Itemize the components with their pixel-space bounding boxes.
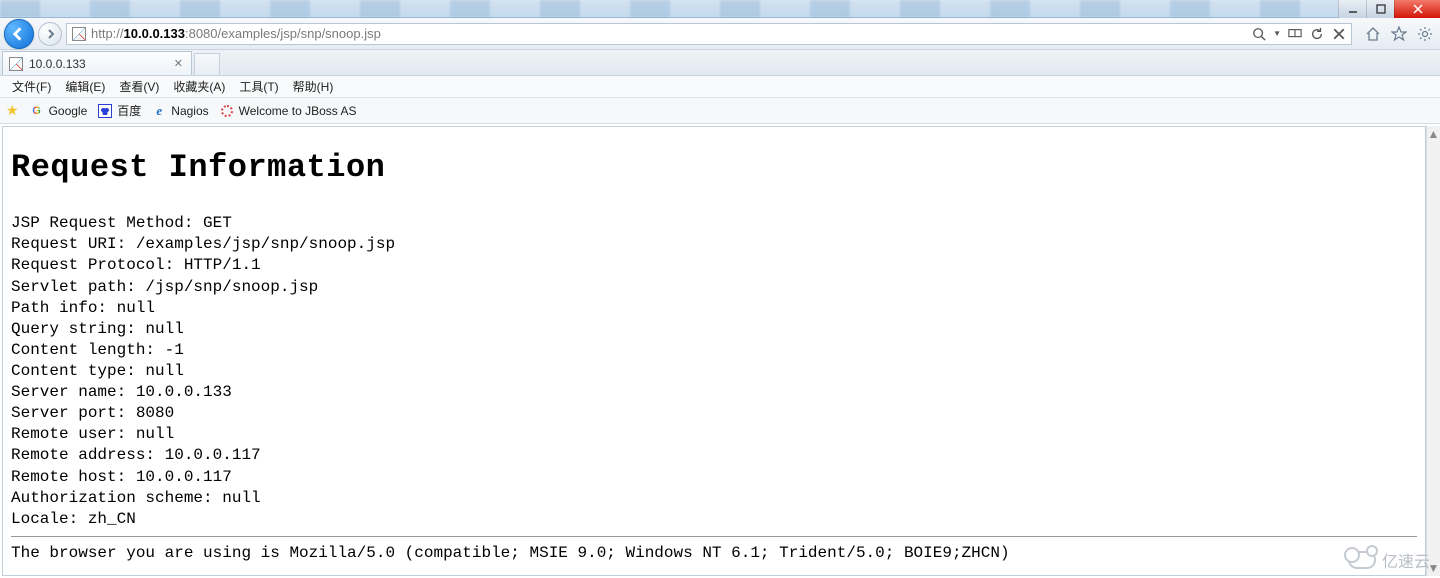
info-line: JSP Request Method: GET <box>11 213 1417 234</box>
favorites-bar: ★ G Google 百度 e Nagios Welcome to JBoss AS <box>0 98 1440 124</box>
tab-close-icon[interactable]: ✕ <box>172 57 185 70</box>
add-favorite-icon[interactable]: ★ <box>6 102 19 119</box>
menu-tools[interactable]: 工具(T) <box>233 76 284 97</box>
address-bar[interactable]: http://10.0.0.133:8080/examples/jsp/snp/… <box>66 23 1352 45</box>
menu-bar: 文件(F) 编辑(E) 查看(V) 收藏夹(A) 工具(T) 帮助(H) <box>0 76 1440 98</box>
info-line: Remote user: null <box>11 424 1417 445</box>
refresh-icon[interactable] <box>1309 26 1325 42</box>
info-line: Path info: null <box>11 298 1417 319</box>
menu-help[interactable]: 帮助(H) <box>287 76 340 97</box>
url-path: :8080/examples/jsp/snp/snoop.jsp <box>185 26 381 41</box>
info-line: Remote host: 10.0.0.117 <box>11 467 1417 488</box>
scroll-up-icon[interactable]: ▲ <box>1427 126 1440 142</box>
tab-title: 10.0.0.133 <box>29 57 86 71</box>
compat-view-icon[interactable] <box>1287 26 1303 42</box>
os-titlebar <box>0 0 1440 18</box>
home-icon[interactable] <box>1364 25 1382 43</box>
back-button[interactable] <box>4 19 34 49</box>
fav-link-baidu[interactable]: 百度 <box>97 102 141 119</box>
tab-active[interactable]: 10.0.0.133 ✕ <box>2 51 192 75</box>
vertical-scrollbar[interactable]: ▲ ▼ <box>1426 126 1440 576</box>
info-line: Request Protocol: HTTP/1.1 <box>11 255 1417 276</box>
baidu-icon <box>97 103 113 119</box>
menu-view[interactable]: 查看(V) <box>113 76 165 97</box>
info-line: Query string: null <box>11 319 1417 340</box>
menu-file[interactable]: 文件(F) <box>6 76 57 97</box>
fav-label-baidu: 百度 <box>117 102 141 119</box>
broken-image-icon <box>72 27 86 41</box>
favorites-star-icon[interactable] <box>1390 25 1408 43</box>
info-line: Request URI: /examples/jsp/snp/snoop.jsp <box>11 234 1417 255</box>
fav-link-google[interactable]: G Google <box>29 103 88 119</box>
ie-command-buttons <box>1356 25 1434 43</box>
search-icon[interactable] <box>1251 26 1267 42</box>
info-line: Authorization scheme: null <box>11 488 1417 509</box>
fav-label-nagios: Nagios <box>171 104 208 118</box>
fav-link-nagios[interactable]: e Nagios <box>151 103 208 119</box>
info-line: Remote address: 10.0.0.117 <box>11 445 1417 466</box>
new-tab-button[interactable] <box>194 53 220 75</box>
minimize-button[interactable] <box>1338 0 1366 18</box>
info-line: Servlet path: /jsp/snp/snoop.jsp <box>11 277 1417 298</box>
close-button[interactable] <box>1394 0 1440 18</box>
info-line: Server name: 10.0.0.133 <box>11 382 1417 403</box>
info-line: Content type: null <box>11 361 1417 382</box>
page-heading: Request Information <box>11 147 1417 189</box>
fav-label-jboss: Welcome to JBoss AS <box>239 104 357 118</box>
address-text: http://10.0.0.133:8080/examples/jsp/snp/… <box>91 26 1245 41</box>
fav-link-jboss[interactable]: Welcome to JBoss AS <box>219 103 357 119</box>
content-viewport: Request Information JSP Request Method: … <box>2 126 1426 576</box>
info-line: Server port: 8080 <box>11 403 1417 424</box>
menu-favorites[interactable]: 收藏夹(A) <box>167 76 231 97</box>
site-favicon <box>71 26 87 42</box>
address-right-controls: ▼ <box>1245 26 1347 42</box>
ie-page-icon: e <box>151 103 167 119</box>
user-agent-line: The browser you are using is Mozilla/5.0… <box>11 543 1417 564</box>
menu-edit[interactable]: 编辑(E) <box>59 76 111 97</box>
forward-button[interactable] <box>38 22 62 46</box>
os-blur-strip <box>0 0 1370 17</box>
info-line: Locale: zh_CN <box>11 509 1417 530</box>
google-icon: G <box>29 103 45 119</box>
stop-icon[interactable] <box>1331 26 1347 42</box>
tab-favicon <box>9 57 23 71</box>
url-host: 10.0.0.133 <box>124 26 185 41</box>
scroll-down-icon[interactable]: ▼ <box>1427 560 1440 576</box>
window-controls <box>1338 0 1440 18</box>
page-content: Request Information JSP Request Method: … <box>3 127 1425 574</box>
tab-strip: 10.0.0.133 ✕ <box>0 50 1440 76</box>
ie-navigation-bar: http://10.0.0.133:8080/examples/jsp/snp/… <box>0 18 1440 50</box>
url-scheme: http:// <box>91 26 124 41</box>
info-line: Content length: -1 <box>11 340 1417 361</box>
jboss-icon <box>219 103 235 119</box>
tools-gear-icon[interactable] <box>1416 25 1434 43</box>
maximize-button[interactable] <box>1366 0 1394 18</box>
divider <box>11 536 1417 537</box>
fav-label-google: Google <box>49 104 88 118</box>
search-dropdown-icon[interactable]: ▼ <box>1273 29 1281 38</box>
